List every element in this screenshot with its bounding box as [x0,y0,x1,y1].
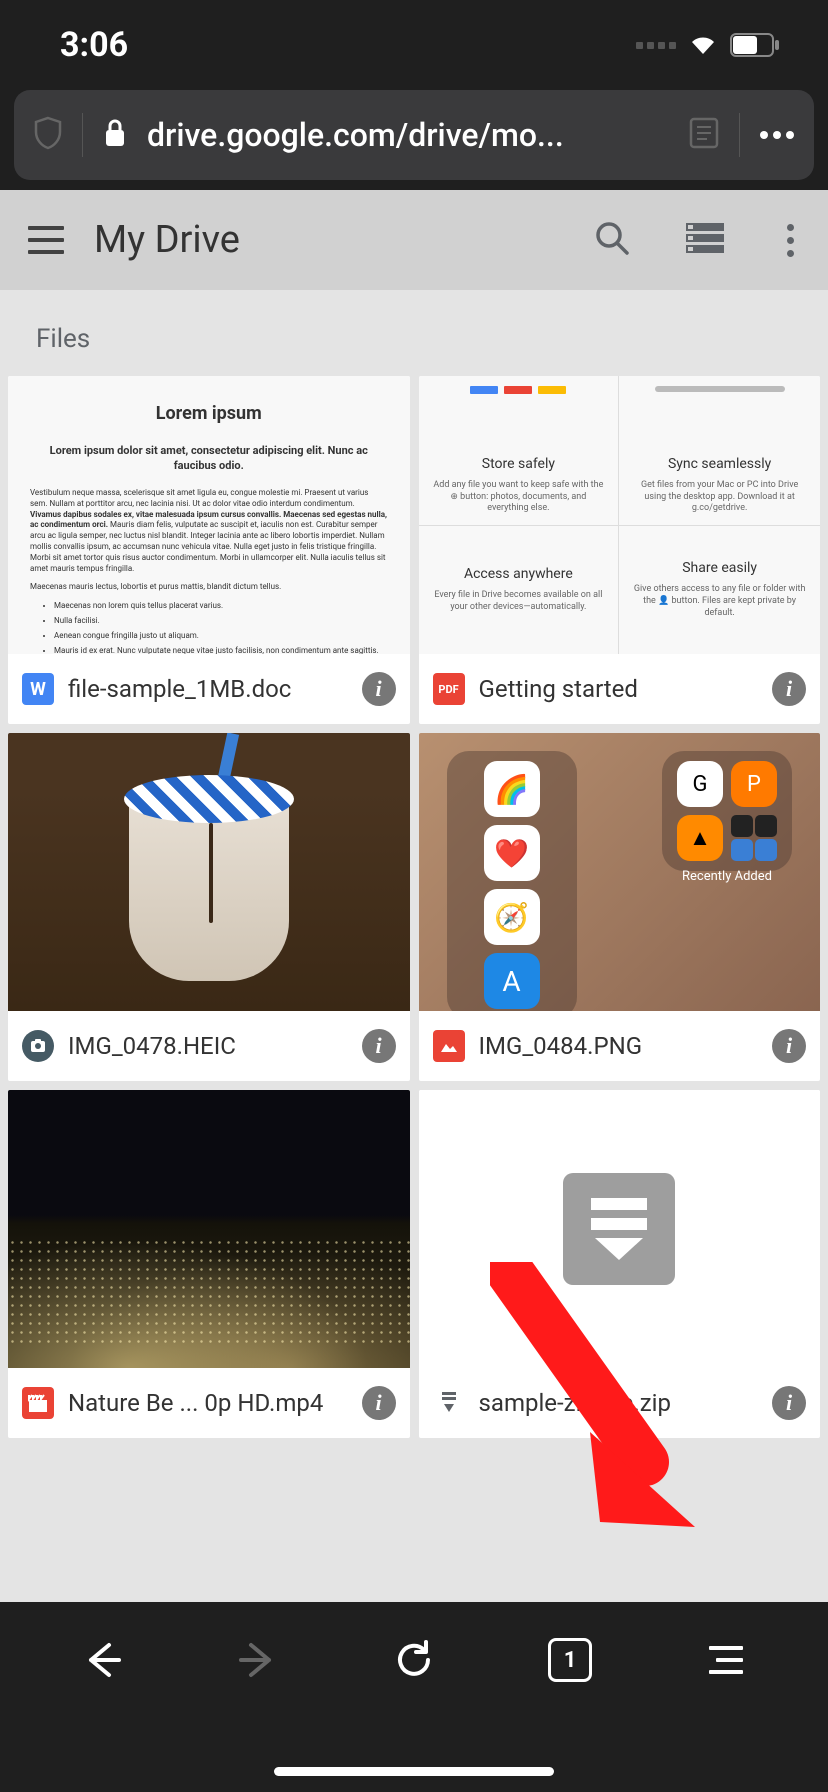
tab-count: 1 [548,1638,592,1682]
lock-icon [103,118,127,152]
gs-heading: Sync seamlessly [668,456,771,472]
pdf-icon: PDF [433,673,465,705]
file-preview [8,733,410,1011]
zip-icon [433,1387,465,1419]
battery-icon [730,33,780,57]
file-card[interactable]: 🌈 ❤️ 🧭 A Suggestions G P ▲ [419,733,821,1081]
gs-heading: Share easily [682,560,757,576]
gs-text: Get files from your Mac or PC into Drive… [631,480,808,515]
forward-button[interactable] [228,1630,288,1690]
zip-preview-icon [563,1173,675,1285]
file-preview: 🌈 ❤️ 🧭 A Suggestions G P ▲ [419,733,821,1011]
file-preview [419,1090,821,1368]
list-view-icon[interactable] [686,223,724,257]
file-name: IMG_0484.PNG [479,1032,759,1060]
file-name: Nature Be ... 0p HD.mp4 [68,1389,348,1417]
info-icon[interactable]: i [772,672,806,706]
page-actions-icon[interactable] [760,131,794,139]
drive-header: My Drive [0,190,828,290]
file-card[interactable]: Lorem ipsum Lorem ipsum dolor sit amet, … [8,376,410,724]
page-title: My Drive [94,218,570,262]
info-icon[interactable]: i [362,1029,396,1063]
file-name: Getting started [479,675,759,703]
photo-icon [22,1030,54,1062]
status-time: 3:06 [60,25,128,65]
gs-text: Every file in Drive becomes available on… [431,590,607,613]
divider [739,113,740,157]
file-row: Nature Be ... 0p HD.mp4 i [8,1368,410,1438]
signal-icon [636,42,676,49]
shield-icon[interactable] [34,116,62,154]
file-row: IMG_0478.HEIC i [8,1011,410,1081]
doc-para: Vestibulum neque massa, scelerisque sit … [30,488,388,574]
file-card[interactable]: sample-zip-file.zip i [419,1090,821,1438]
file-name: file-sample_1MB.doc [68,675,348,703]
file-row: IMG_0484.PNG i [419,1011,821,1081]
info-icon[interactable]: i [362,1386,396,1420]
home-indicator[interactable] [274,1767,554,1776]
gs-heading: Store safely [482,456,555,472]
wifi-icon [688,34,718,56]
more-options-icon[interactable] [780,224,800,257]
doc-para: Maecenas mauris lectus, lobortis et puru… [30,582,388,593]
info-icon[interactable]: i [362,672,396,706]
browser-url-bar[interactable]: drive.google.com/drive/mo... [14,90,814,180]
file-grid: Lorem ipsum Lorem ipsum dolor sit amet, … [8,376,820,1438]
section-label: Files [8,290,820,376]
doc-subtitle: Lorem ipsum dolor sit amet, consectetur … [30,444,388,474]
folder-label: Recently Added [682,869,772,884]
info-icon[interactable]: i [772,1029,806,1063]
file-card[interactable]: Store safely Add any file you want to ke… [419,376,821,724]
file-card[interactable]: Nature Be ... 0p HD.mp4 i [8,1090,410,1438]
browser-menu-button[interactable] [696,1630,756,1690]
file-preview [8,1090,410,1368]
tabs-button[interactable]: 1 [540,1630,600,1690]
search-icon[interactable] [594,220,630,260]
reload-button[interactable] [384,1630,444,1690]
status-icons [636,33,780,57]
content-area: Files Lorem ipsum Lorem ipsum dolor sit … [0,290,828,1702]
image-icon [433,1030,465,1062]
file-row: W file-sample_1MB.doc i [8,654,410,724]
url-text[interactable]: drive.google.com/drive/mo... [147,116,669,154]
file-row: sample-zip-file.zip i [419,1368,821,1438]
file-preview: Lorem ipsum Lorem ipsum dolor sit amet, … [8,376,410,654]
gs-text: Give others access to any file or folder… [631,584,808,619]
status-bar: 3:06 [0,0,828,90]
file-name: IMG_0478.HEIC [68,1032,348,1060]
info-icon[interactable]: i [772,1386,806,1420]
doc-title: Lorem ipsum [30,402,388,426]
file-name: sample-zip-file.zip [479,1389,759,1417]
file-preview: Store safely Add any file you want to ke… [419,376,821,654]
file-row: PDF Getting started i [419,654,821,724]
video-icon [22,1387,54,1419]
doc-list: Maecenas non lorem quis tellus placerat … [30,601,388,654]
divider [82,113,83,157]
gs-text: Add any file you want to keep safe with … [431,480,607,515]
hamburger-menu-icon[interactable] [28,226,64,254]
reader-mode-icon[interactable] [689,117,719,153]
file-card[interactable]: IMG_0478.HEIC i [8,733,410,1081]
word-doc-icon: W [22,673,54,705]
gs-heading: Access anywhere [464,566,573,582]
menu-icon [709,1646,743,1674]
back-button[interactable] [72,1630,132,1690]
browser-bottom-nav: 1 [0,1602,828,1792]
